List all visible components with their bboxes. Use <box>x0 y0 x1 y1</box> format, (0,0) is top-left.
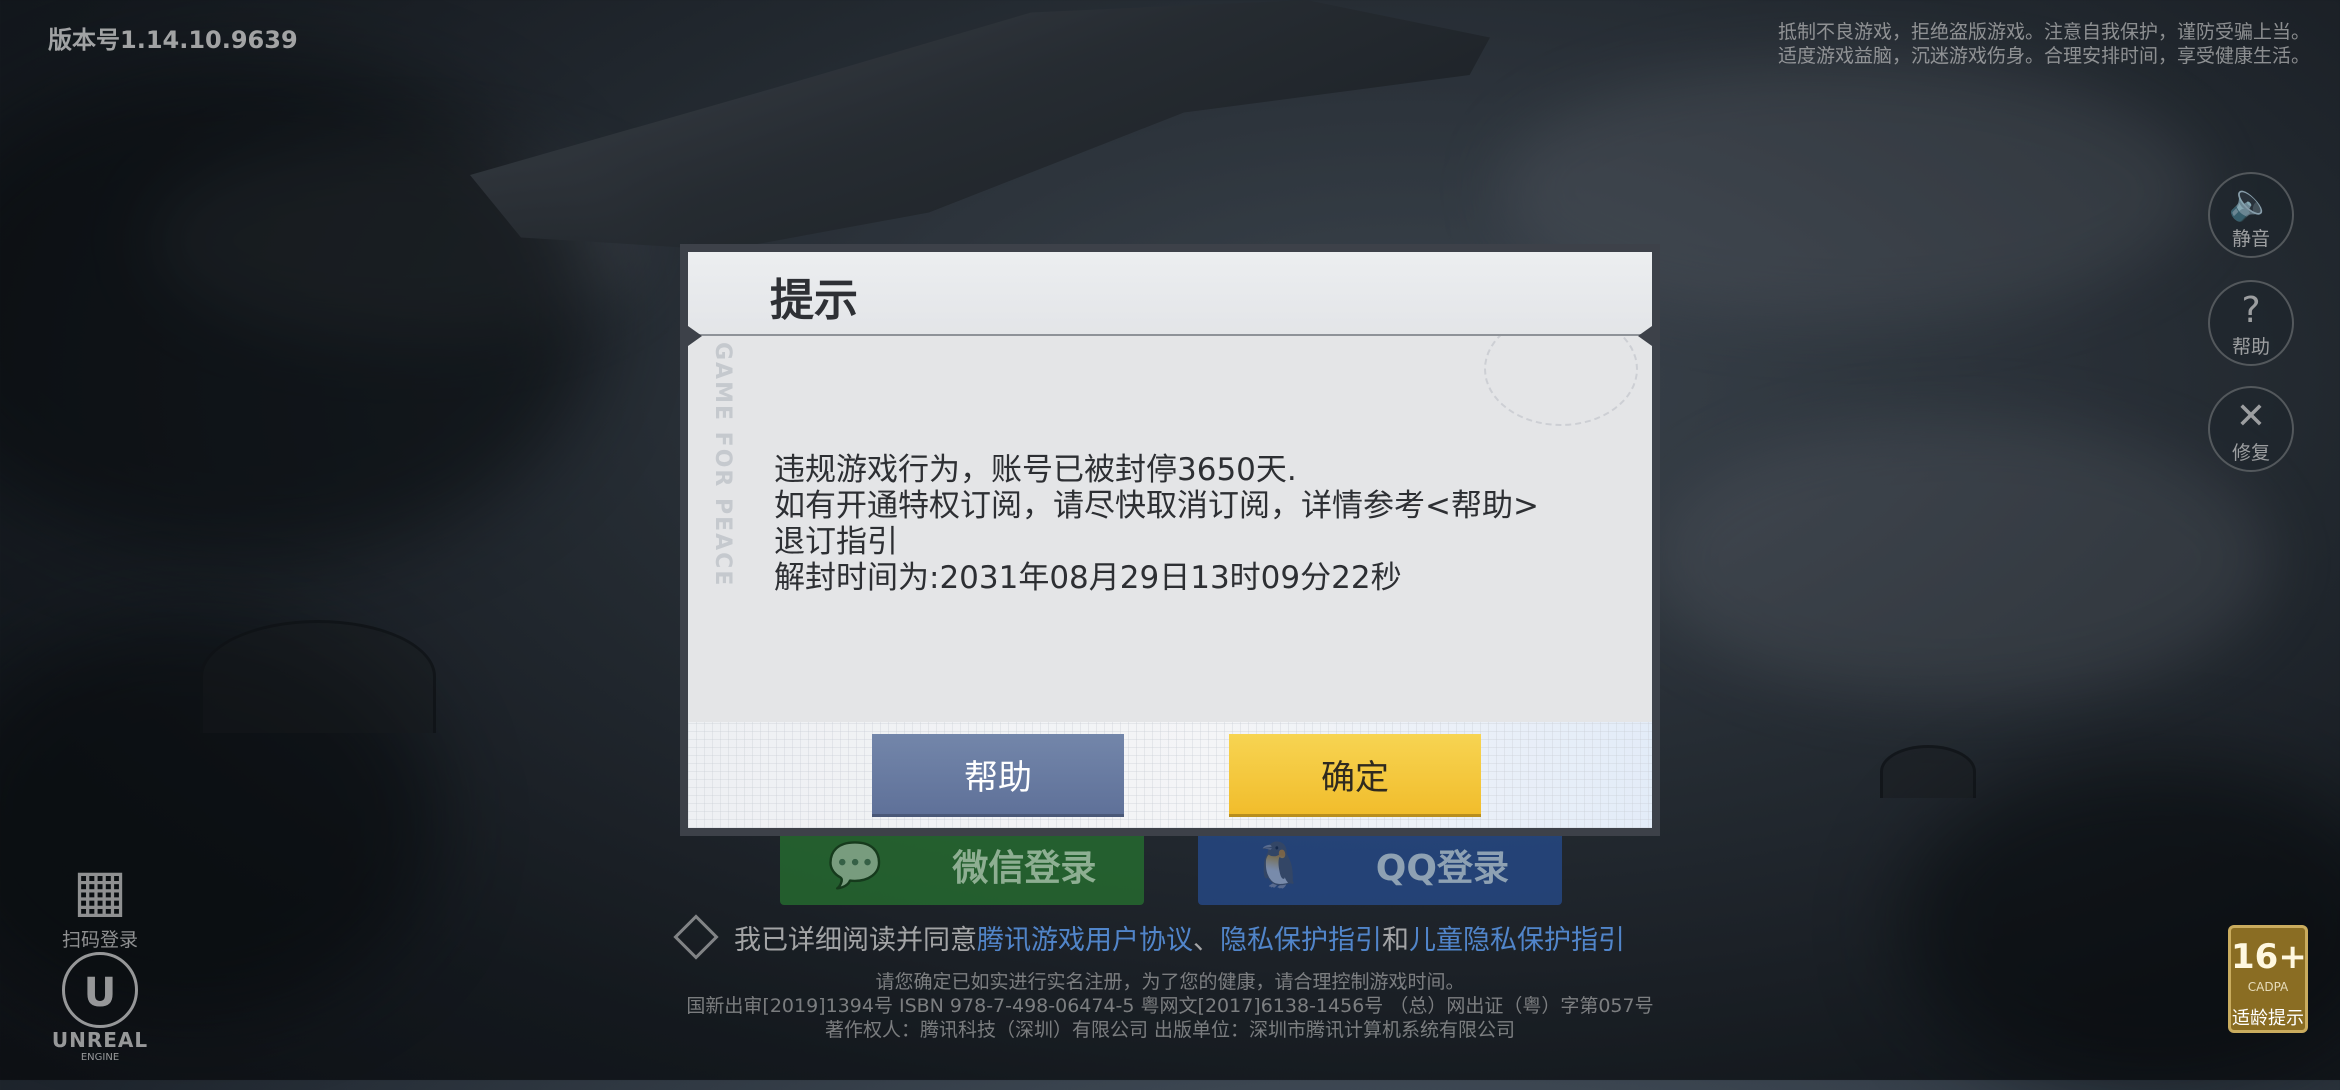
legal-line-2: 国新出审[2019]1394号 ISBN 978-7-498-06474-5 粤… <box>686 995 1654 1017</box>
dialog-title: 提示 <box>770 275 858 326</box>
corner-notch-right <box>1638 326 1652 346</box>
wrench-icon: ✕ <box>2235 396 2267 437</box>
agreement-prefix: 我已详细阅读并同意 <box>734 925 977 956</box>
penguin-icon: 🐧 <box>1250 840 1306 891</box>
qr-code-icon: ▦ <box>72 856 128 924</box>
health-notice-line-1: 抵制不良游戏，拒绝盗版游戏。注意自我保护，谨防受骗上当。 <box>1777 21 2310 43</box>
age-rating-value: 16+ <box>2231 937 2307 977</box>
message-line-3: 退订指引 <box>774 524 898 560</box>
wechat-login-label: 微信登录 <box>952 848 1097 889</box>
qr-login-label: 扫码登录 <box>61 929 138 951</box>
message-line-4: 解封时间为:2031年08月29日13时09分22秒 <box>774 560 1402 596</box>
age-rating-badge[interactable]: 16+ CADPA 适龄提示 <box>2228 925 2308 1033</box>
confirm-button[interactable]: 确定 <box>1229 734 1481 814</box>
user-agreement-link[interactable]: 腾讯游戏用户协议 <box>977 925 1193 956</box>
ban-notice-dialog: GAME FOR PEACE 提示 违规游戏行为，账号已被封停3650天. 如有… <box>680 244 1660 836</box>
age-rating-org: CADPA <box>2247 980 2289 994</box>
qr-login-button[interactable]: ▦ 扫码登录 <box>55 855 145 952</box>
unreal-engine-logo: U UNREAL ENGINE <box>40 952 160 1063</box>
dialog-message: 违规游戏行为，账号已被封停3650天. 如有开通特权订阅，请尽快取消订阅，详情参… <box>774 452 1594 596</box>
legal-line-1: 请您确定已如实进行实名注册，为了您的健康，请合理控制游戏时间。 <box>875 971 1465 993</box>
privacy-link[interactable]: 隐私保护指引 <box>1220 925 1382 956</box>
help-side-button[interactable]: ? 帮助 <box>2208 280 2294 366</box>
dialog-header: 提示 <box>688 252 1652 336</box>
corner-notch-left <box>688 326 702 346</box>
agreement-line: 我已详细阅读并同意腾讯游戏用户协议、隐私保护指引和儿童隐私保护指引 <box>673 914 1625 960</box>
message-line-2: 如有开通特权订阅，请尽快取消订阅，详情参考<帮助> <box>774 488 1539 524</box>
wechat-icon: 💬 <box>827 840 883 891</box>
game-watermark: GAME FOR PEACE <box>710 342 735 588</box>
wechat-login-button[interactable]: 💬 微信登录 <box>780 825 1144 905</box>
unreal-icon: U <box>62 952 138 1028</box>
unreal-engine-text: ENGINE <box>80 1052 120 1063</box>
mute-button[interactable]: 🔈 静音 <box>2208 172 2294 258</box>
mute-label: 静音 <box>2231 228 2270 250</box>
agreement-separator: 、 <box>1193 925 1220 956</box>
age-rating-label: 适龄提示 <box>2232 1008 2304 1029</box>
repair-label: 修复 <box>2231 442 2270 464</box>
help-side-label: 帮助 <box>2231 336 2270 358</box>
question-icon: ? <box>2241 290 2261 331</box>
agreement-and: 和 <box>1382 925 1409 956</box>
agreement-checkbox[interactable] <box>673 914 719 960</box>
help-button[interactable]: 帮助 <box>872 734 1124 814</box>
dialog-footer: 帮助 确定 <box>688 722 1652 828</box>
health-notice: 抵制不良游戏，拒绝盗版游戏。注意自我保护，谨防受骗上当。 适度游戏益脑，沉迷游戏… <box>1690 20 2310 68</box>
repair-button[interactable]: ✕ 修复 <box>2208 386 2294 472</box>
health-notice-line-2: 适度游戏益脑，沉迷游戏伤身。合理安排时间，享受健康生活。 <box>1777 45 2310 67</box>
speaker-icon: 🔈 <box>2228 182 2274 223</box>
child-privacy-link[interactable]: 儿童隐私保护指引 <box>1409 925 1625 956</box>
legal-line-3: 著作权人：腾讯科技（深圳）有限公司 出版单位：深圳市腾讯计算机系统有限公司 <box>824 1019 1516 1041</box>
version-label: 版本号1.14.10.9639 <box>48 26 298 54</box>
message-line-1: 违规游戏行为，账号已被封停3650天. <box>774 452 1297 488</box>
qq-login-button[interactable]: 🐧 QQ登录 <box>1198 825 1562 905</box>
qq-login-label: QQ登录 <box>1375 848 1509 889</box>
unreal-text: UNREAL <box>51 1028 149 1052</box>
